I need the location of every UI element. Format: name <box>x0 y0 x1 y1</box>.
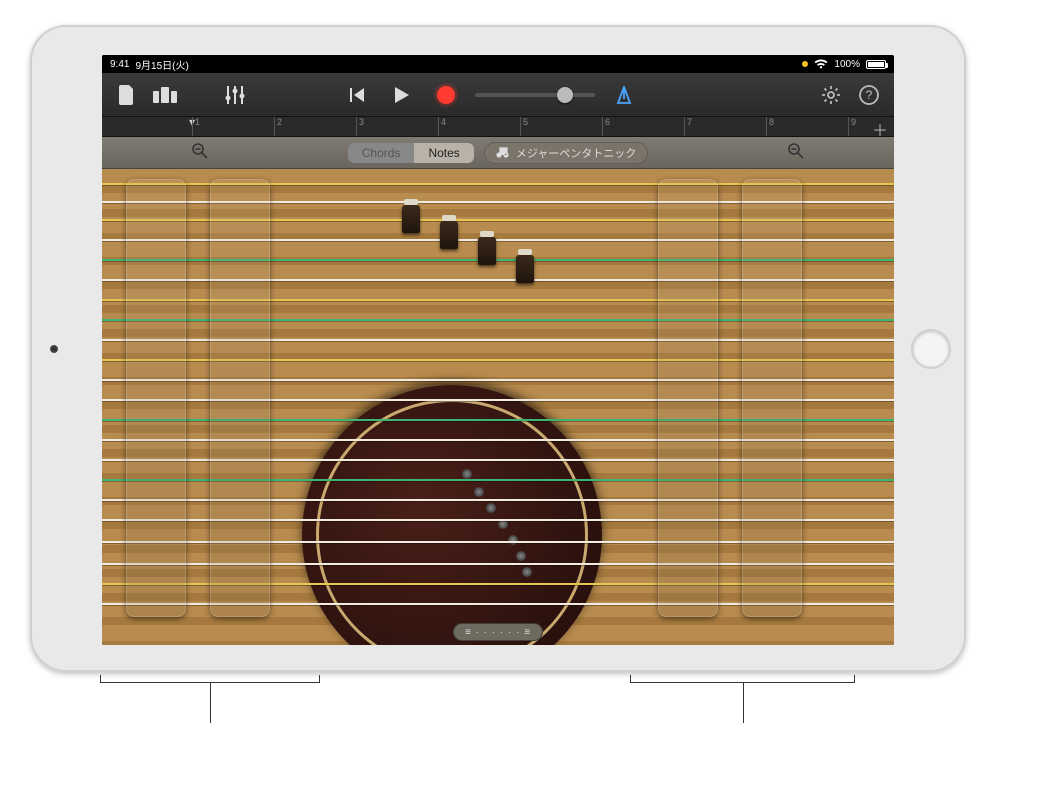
ipad-home-button[interactable] <box>911 329 951 369</box>
ipad-device-frame: 9:41 9月15日(火) 100% <box>30 25 966 672</box>
ruler-tick: 4 <box>438 117 446 136</box>
ruler-tick: 8 <box>766 117 774 136</box>
battery-icon <box>866 60 886 69</box>
browser-button[interactable] <box>150 80 180 110</box>
ipad-camera <box>50 345 58 353</box>
zoom-out-left-button[interactable] <box>192 143 208 164</box>
string-bridge <box>478 237 496 265</box>
tuning-pin <box>516 551 526 561</box>
zoom-out-right-button[interactable] <box>788 143 804 164</box>
status-time: 9:41 <box>110 59 129 70</box>
play-button[interactable] <box>387 80 417 110</box>
svg-text:?: ? <box>866 88 873 102</box>
instrument-sub-toolbar: Chords Notes メジャーペンタトニック <box>102 137 894 169</box>
help-button[interactable]: ? <box>854 80 884 110</box>
tuning-pin <box>462 469 472 479</box>
note-touch-column-right[interactable] <box>742 179 802 617</box>
scale-icon <box>496 147 510 159</box>
settings-button[interactable] <box>816 80 846 110</box>
go-to-beginning-button[interactable] <box>343 80 373 110</box>
timeline-ruler[interactable]: ▾ 123456789 ＋ <box>102 117 894 137</box>
note-touch-column-left[interactable] <box>210 179 270 617</box>
ruler-tick: 7 <box>684 117 692 136</box>
tuning-pin <box>508 535 518 545</box>
location-indicator-icon <box>802 61 808 67</box>
callout-left-bracket <box>100 682 320 702</box>
wifi-icon <box>814 59 828 69</box>
chords-mode-button[interactable]: Chords <box>348 143 415 163</box>
scale-label: メジャーペンタトニック <box>516 145 636 161</box>
tremolo-grip-icon: ≡ · · · · · · ≡ <box>465 627 531 638</box>
battery-percentage: 100% <box>834 59 860 70</box>
screen: 9:41 9月15日(火) 100% <box>102 55 894 645</box>
status-bar: 9:41 9月15日(火) 100% <box>102 55 894 73</box>
master-volume-slider[interactable] <box>475 93 595 97</box>
string-bridge <box>516 255 534 283</box>
notes-mode-button[interactable]: Notes <box>414 143 473 163</box>
tuning-pin <box>522 567 532 577</box>
ruler-tick: 5 <box>520 117 528 136</box>
string-bridge <box>440 221 458 249</box>
ruler-tick: 2 <box>274 117 282 136</box>
metronome-button[interactable] <box>609 80 639 110</box>
note-touch-column-right[interactable] <box>658 179 718 617</box>
guzheng-instrument-area[interactable]: ≡ · · · · · · ≡ <box>102 169 894 645</box>
my-songs-button[interactable] <box>112 80 142 110</box>
string-bridge <box>402 205 420 233</box>
ruler-tick: 6 <box>602 117 610 136</box>
track-controls-button[interactable] <box>220 80 250 110</box>
mode-segmented-control: Chords Notes <box>348 143 474 163</box>
scale-selector[interactable]: メジャーペンタトニック <box>484 142 648 164</box>
tuning-pin <box>474 487 484 497</box>
app-toolbar: ? <box>102 73 894 117</box>
tremolo-bar[interactable]: ≡ · · · · · · ≡ <box>453 623 543 641</box>
callout-right-bracket <box>630 682 855 702</box>
ruler-tick: 1 <box>192 117 200 136</box>
ruler-tick: 9 <box>848 117 856 136</box>
note-touch-column-left[interactable] <box>126 179 186 617</box>
record-button[interactable] <box>431 80 461 110</box>
volume-thumb[interactable] <box>557 87 573 103</box>
tuning-pin <box>486 503 496 513</box>
ruler-tick: 3 <box>356 117 364 136</box>
status-date: 9月15日(火) <box>135 57 188 72</box>
